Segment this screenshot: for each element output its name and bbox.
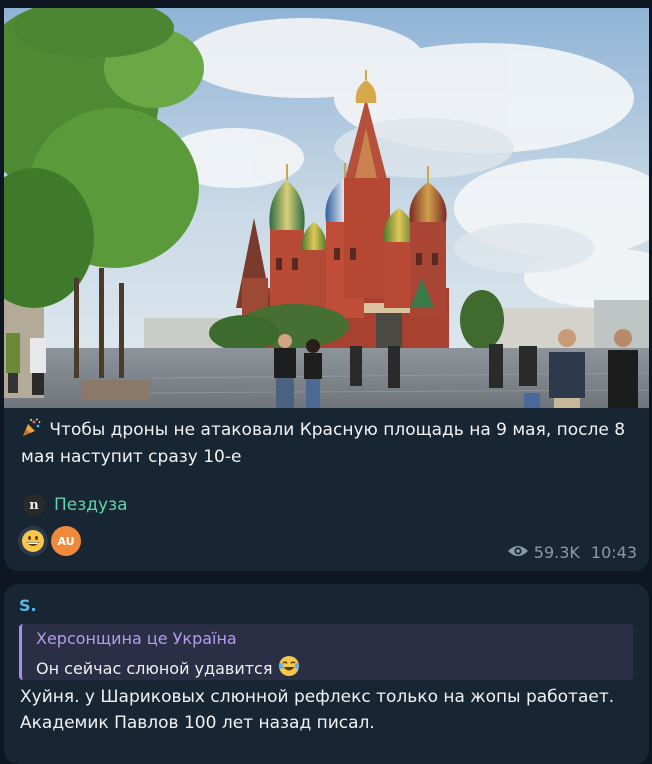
eye-icon (507, 543, 529, 562)
quoted-text-row: Он сейчас слюной удавится (36, 655, 300, 681)
post-time: 10:43 (590, 542, 637, 562)
reply-quote[interactable]: Херсонщина це Україна Он сейчас слюной у… (19, 624, 633, 680)
party-popper-icon (21, 418, 46, 440)
channel-name-link[interactable]: Пездуза (54, 495, 128, 515)
reaction-avatar-au: AU (51, 526, 81, 556)
grinning-face-reaction[interactable] (18, 526, 48, 556)
post-meta: 59.3K 10:43 (507, 541, 637, 563)
reactions-bar: AU (18, 526, 81, 556)
comment-message: S. Херсонщина це Україна Он сейчас слюно… (4, 584, 649, 764)
grinning-face-icon (22, 530, 44, 552)
post-photo[interactable] (4, 8, 649, 408)
post-text: Чтобы дроны не атаковали Красную площадь… (21, 417, 641, 471)
channel-signature[interactable]: n Пездуза (23, 494, 128, 516)
post-message: Чтобы дроны не атаковали Красную площадь… (21, 420, 626, 467)
quoted-text: Он сейчас слюной удавится (36, 658, 273, 678)
comment-text: Хуйня. у Шариковых слюнной рефлекс тольк… (20, 687, 615, 733)
channel-avatar: n (23, 494, 45, 516)
red-square-photo (4, 8, 649, 408)
channel-post: Чтобы дроны не атаковали Красную площадь… (4, 8, 649, 571)
tears-of-joy-icon (278, 655, 300, 681)
quoted-author: Херсонщина це Україна (36, 629, 237, 648)
view-count: 59.3K (533, 542, 580, 562)
comment-author[interactable]: S. (19, 596, 37, 615)
